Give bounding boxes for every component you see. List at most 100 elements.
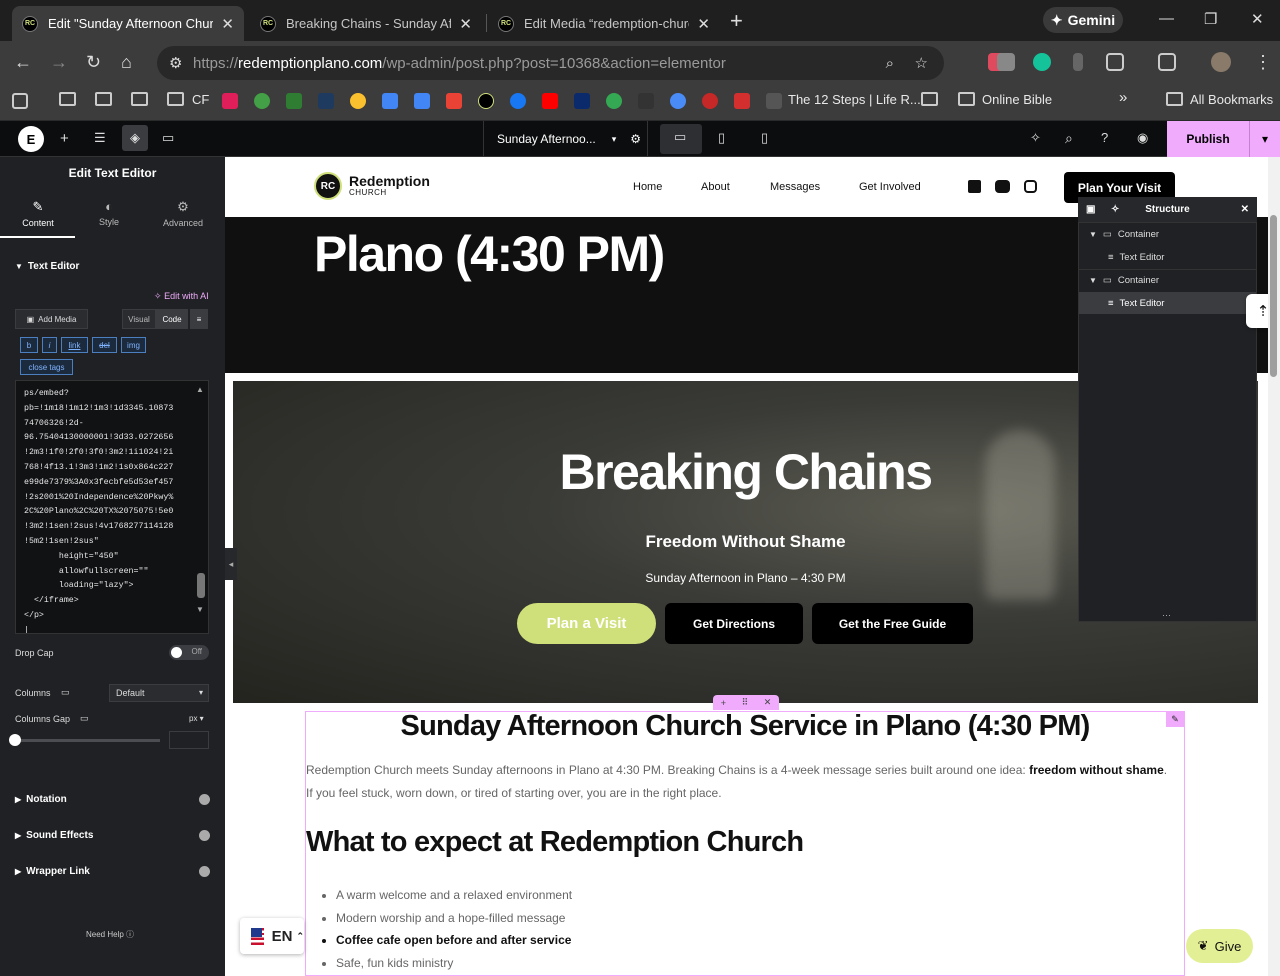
section-text-editor[interactable]: ▼ Text Editor (15, 261, 79, 272)
resize-handle-icon[interactable]: ⋯ (1162, 610, 1171, 621)
gear-icon[interactable]: ⚙ (630, 132, 641, 146)
search-icon[interactable]: ⌕ (1065, 130, 1073, 147)
bookmark-icon[interactable] (318, 93, 334, 109)
minimize-icon[interactable]: — (1159, 10, 1174, 27)
redemption-icon[interactable] (478, 93, 494, 109)
bookmark-icon[interactable] (638, 93, 654, 109)
menu-dots-icon[interactable]: ⋮ (1254, 52, 1272, 73)
tab-search-icon[interactable] (1158, 53, 1176, 71)
responsive-desktop-icon[interactable]: ▭ (61, 687, 70, 698)
comments-icon[interactable]: ▭ (162, 130, 174, 146)
nav-get-involved[interactable]: Get Involved (859, 181, 921, 193)
tab-style[interactable]: ◐ Style (73, 199, 145, 227)
section-wrapper-link[interactable]: ▶ Wrapper Link (15, 866, 90, 877)
columns-gap-input[interactable] (169, 731, 209, 749)
bookmark-icon[interactable] (350, 93, 366, 109)
google-docs-icon[interactable] (382, 93, 398, 109)
bookmark-icon[interactable] (702, 93, 718, 109)
bookmark-icon[interactable] (286, 93, 302, 109)
window-close-icon[interactable]: ✕ (1251, 10, 1264, 28)
settings-sliders-icon[interactable]: ☰ (94, 130, 106, 146)
grammarly-icon[interactable] (1033, 53, 1051, 71)
collapse-all-icon[interactable]: ▣ (1086, 204, 1095, 215)
columns-select[interactable]: Default ▾ (109, 684, 209, 702)
bookmark-cf[interactable]: CF (192, 92, 209, 107)
add-element-icon[interactable]: + (60, 130, 69, 147)
visual-tab[interactable]: Visual (122, 309, 156, 329)
slider-handle[interactable] (9, 734, 21, 746)
quicktag-img[interactable]: img (121, 337, 146, 353)
restore-icon[interactable]: ❐ (1204, 10, 1217, 28)
get-directions-button[interactable]: Get Directions (665, 603, 803, 644)
language-switcher[interactable]: EN ⌃ (240, 918, 304, 954)
bookmark-folder-icon[interactable] (1166, 92, 1183, 106)
nav-home[interactable]: Home (633, 181, 662, 193)
zoom-icon[interactable]: ⌕ (886, 55, 894, 72)
nav-about[interactable]: About (701, 181, 730, 193)
site-logo-icon[interactable]: RC (314, 172, 342, 200)
profile-avatar[interactable] (1211, 52, 1231, 72)
bookmark-icon[interactable] (734, 93, 750, 109)
apps-grid-icon[interactable] (12, 93, 28, 109)
elementor-logo-icon[interactable]: E (18, 126, 44, 152)
add-icon[interactable]: + (721, 698, 726, 708)
mobile-icon[interactable]: ▯ (761, 130, 768, 146)
section-sound-effects[interactable]: ▶ Sound Effects (15, 830, 93, 841)
publish-options-chevron-icon[interactable]: ▾ (1249, 121, 1280, 157)
code-editor-textarea[interactable]: ps/embed? pb=!1m18!1m12!1m3!1d3345.10873… (15, 380, 209, 634)
reload-icon[interactable]: ↻ (86, 52, 101, 73)
tablet-icon[interactable]: ▯ (718, 130, 725, 146)
need-help-link[interactable]: Need Help ⓘ (86, 929, 134, 940)
scroll-up-icon[interactable]: ▲ (196, 385, 204, 394)
tab-edit-page[interactable]: RC Edit "Sunday Afternoon Church ✕ (12, 6, 244, 41)
youtube-icon[interactable] (995, 180, 1010, 193)
columns-gap-slider-track[interactable] (15, 739, 160, 742)
bookmark-online-bible[interactable]: Online Bible (982, 92, 1052, 107)
new-tab-plus-icon[interactable]: + (730, 8, 743, 34)
drag-handle-icon[interactable]: ⠿ (742, 697, 749, 708)
scroll-down-icon[interactable]: ▼ (196, 605, 204, 614)
give-button[interactable]: ❦ Give (1186, 929, 1253, 963)
bookmark-icon[interactable] (574, 93, 590, 109)
site-logo-text[interactable]: Redemption CHURCH (349, 174, 430, 199)
structure-row-container[interactable]: ▼ ▭ Container (1079, 269, 1256, 291)
forward-icon[interactable]: → (50, 52, 68, 73)
responsive-desktop-icon[interactable]: ▭ (80, 713, 89, 724)
bookmark-star-icon[interactable]: ☆ (915, 54, 928, 72)
gemini-button[interactable]: ✦ Gemini (1043, 7, 1123, 33)
tab-breaking-chains[interactable]: RC Breaking Chains - Sunday After ✕ (250, 6, 482, 41)
close-icon[interactable]: ✕ (1241, 204, 1249, 215)
extensions-puzzle-icon[interactable] (1106, 53, 1124, 71)
document-title-dropdown[interactable]: Sunday Afternoo... ▾ ⚙ (483, 121, 648, 157)
bookmark-folder-icon[interactable] (167, 92, 184, 106)
ai-icon[interactable]: ✧ (1111, 204, 1119, 215)
tab-advanced[interactable]: ⚙ Advanced (147, 199, 219, 228)
bookmark-folder-icon[interactable] (95, 92, 112, 106)
bookmark-folder-icon[interactable] (958, 92, 975, 106)
quicktag-bold[interactable]: b (20, 337, 38, 353)
drop-cap-toggle[interactable]: Off (169, 645, 209, 660)
nav-messages[interactable]: Messages (770, 181, 820, 193)
preview-eye-icon[interactable]: ◉ (1137, 130, 1148, 146)
get-free-guide-button[interactable]: Get the Free Guide (812, 603, 973, 644)
site-info-icon[interactable]: ⚙ (169, 54, 182, 72)
gmail-icon[interactable] (446, 93, 462, 109)
structure-row-text-editor-selected[interactable]: ≡ Text Editor (1079, 292, 1256, 314)
bookmark-folder-icon[interactable] (59, 92, 76, 106)
bookmark-icon[interactable] (670, 93, 686, 109)
publish-button[interactable]: Publish (1167, 121, 1249, 157)
bookmark-icon[interactable] (606, 93, 622, 109)
more-bookmarks-icon[interactable]: » (1119, 89, 1127, 106)
bookmark-12-steps[interactable]: The 12 Steps | Life R... (788, 92, 921, 107)
tab-edit-media[interactable]: RC Edit Media “redemption-church ✕ (488, 6, 720, 41)
quicktag-italic[interactable]: i (42, 337, 57, 353)
address-bar[interactable]: ⚙ https://redemptionplano.com/wp-admin/p… (157, 46, 944, 80)
structure-row-container[interactable]: ▼ ▭ Container (1079, 223, 1256, 245)
code-scrollbar[interactable]: ▲ ▼ (195, 383, 207, 618)
microphone-icon[interactable] (1073, 53, 1083, 71)
tab-content[interactable]: ✎ Content (2, 199, 74, 228)
facebook-icon[interactable] (510, 93, 526, 109)
notes-icon[interactable]: ✧ (1030, 130, 1041, 146)
plan-a-visit-button[interactable]: Plan a Visit (517, 603, 656, 644)
quicktag-del[interactable]: del (92, 337, 117, 353)
